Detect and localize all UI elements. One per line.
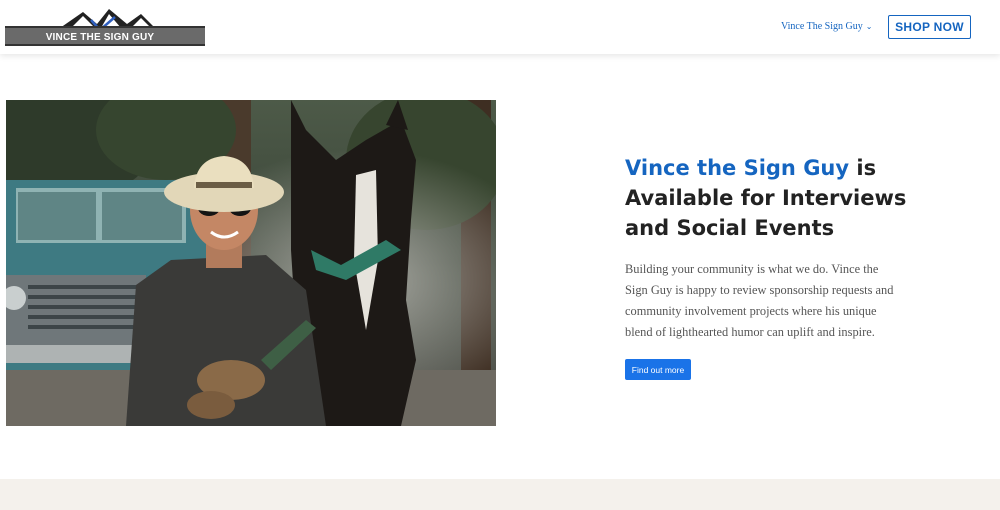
intro-paragraph: Building your community is what we do. V… — [625, 262, 894, 339]
headline-accent: Vince the Sign Guy — [625, 156, 850, 180]
nav-menu-label: Vince The Sign Guy — [781, 21, 863, 32]
page-headline: Vince the Sign Guy is Available for Inte… — [625, 153, 925, 243]
nav-menu-vince[interactable]: Vince The Sign Guy ⌄ — [781, 21, 872, 32]
chevron-down-icon: ⌄ — [865, 21, 873, 31]
footer-band — [0, 479, 1000, 510]
hero-photo — [6, 100, 496, 426]
site-header: VINCE THE SIGN GUY Vince The Sign Guy ⌄ … — [0, 0, 1000, 54]
shop-now-button[interactable]: SHOP NOW — [888, 15, 971, 39]
find-out-more-button[interactable]: Find out more — [625, 359, 691, 380]
cowboy-with-horse-photo — [6, 100, 496, 426]
site-logo[interactable]: VINCE THE SIGN GUY — [5, 6, 206, 48]
logo-text: VINCE THE SIGN GUY — [45, 32, 155, 43]
